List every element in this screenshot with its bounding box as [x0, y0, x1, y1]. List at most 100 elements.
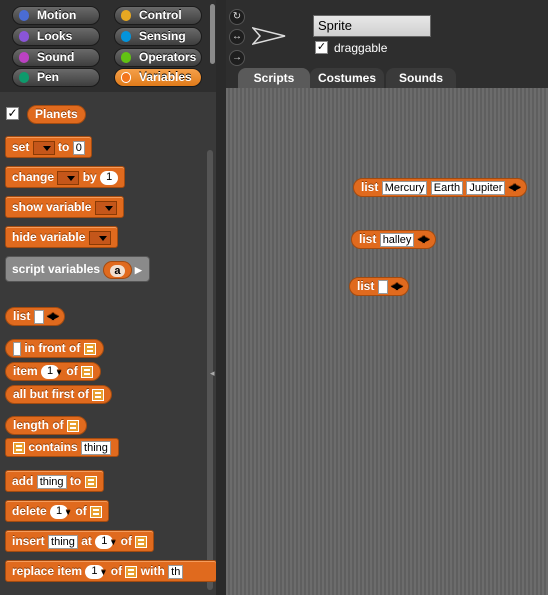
sensing-dot-icon	[121, 31, 131, 42]
list-icon[interactable]	[92, 388, 105, 401]
tab-scripts[interactable]: Scripts	[238, 68, 310, 88]
list-item-slot[interactable]	[377, 279, 388, 294]
block-label: list	[361, 180, 379, 194]
block-label: list	[359, 232, 377, 246]
variable-dropdown[interactable]	[57, 170, 80, 185]
list-reporter[interactable]: list ◀▶	[5, 307, 65, 326]
category-label: Variables	[139, 70, 192, 84]
draggable-checkbox[interactable]: ✓	[315, 41, 328, 54]
variable-dropdown[interactable]	[94, 200, 117, 215]
block-label: at	[81, 534, 92, 548]
number-slot[interactable]: 1	[100, 170, 119, 185]
variable-dropdown[interactable]	[32, 140, 55, 155]
block-label: delete	[12, 504, 47, 518]
expand-arrow-icon[interactable]: ▶	[135, 265, 142, 275]
block-label: set	[12, 140, 30, 154]
category-label: Motion	[37, 8, 77, 22]
script-list-block[interactable]: list ◀▶	[349, 277, 409, 296]
rotate-flip-icon[interactable]: ↔	[229, 29, 245, 45]
text-slot[interactable]: thing	[36, 474, 67, 489]
category-label: Control	[139, 8, 182, 22]
block-label: hide variable	[12, 230, 86, 244]
rotate-full-icon[interactable]: ↻	[229, 9, 245, 25]
script-variables-block[interactable]: script variables a ▶	[5, 256, 150, 282]
category-sensing[interactable]: Sensing	[114, 27, 202, 46]
arrows-icon[interactable]: ◀▶	[509, 179, 521, 196]
script-var-pill[interactable]: a	[103, 260, 132, 279]
variable-watcher-checkbox[interactable]: ✓	[6, 107, 19, 120]
insert-block[interactable]: insert thing at 1 ▼ of	[5, 530, 155, 552]
item-of-reporter[interactable]: item 1 ▼ of	[5, 362, 102, 381]
pane-divider[interactable]	[216, 0, 226, 595]
category-bar: Motion Looks Sound Pen Control Sensing O…	[0, 0, 220, 92]
text-slot[interactable]: thing	[48, 534, 78, 549]
block-label: list	[357, 279, 375, 293]
empty-slot[interactable]	[13, 341, 21, 356]
tab-sounds[interactable]: Sounds	[386, 68, 456, 88]
sprite-name-input[interactable]: Sprite	[313, 15, 431, 37]
variable-planets-reporter[interactable]: Planets	[27, 105, 86, 124]
sound-dot-icon	[19, 52, 29, 63]
category-motion[interactable]: Motion	[12, 6, 100, 25]
rotate-none-icon[interactable]: →	[229, 50, 245, 66]
replace-item-block[interactable]: replace item 1 ▼ of with th	[5, 560, 217, 582]
list-icon[interactable]	[135, 535, 148, 548]
text-slot[interactable]: th	[168, 564, 184, 579]
add-block[interactable]: add thing to	[5, 470, 104, 492]
category-sound[interactable]: Sound	[12, 48, 100, 67]
list-icon[interactable]	[125, 565, 138, 578]
script-var-name: a	[110, 264, 125, 277]
category-operators[interactable]: Operators	[114, 48, 202, 67]
hide-variable-block[interactable]: hide variable	[5, 226, 118, 248]
block-label: item	[13, 364, 38, 378]
contains-predicate[interactable]: contains thing	[5, 438, 119, 457]
block-label: length of	[13, 418, 64, 432]
category-variables[interactable]: Variables	[114, 68, 202, 87]
list-item-slot[interactable]: halley	[379, 232, 415, 247]
list-icon[interactable]	[67, 419, 79, 432]
in-front-of-reporter[interactable]: in front of	[5, 339, 104, 358]
control-dot-icon	[121, 10, 131, 21]
delete-block[interactable]: delete 1 ▼ of	[5, 500, 110, 522]
category-label: Pen	[37, 70, 60, 84]
show-variable-block[interactable]: show variable	[5, 196, 124, 218]
list-icon[interactable]	[84, 475, 97, 488]
set-block[interactable]: set to 0	[5, 136, 92, 158]
script-list-block[interactable]: list Mercury Earth Jupiter ◀▶	[353, 178, 527, 197]
scripts-area[interactable]	[226, 88, 548, 595]
block-label: list	[13, 309, 31, 323]
empty-slot[interactable]	[33, 309, 44, 324]
operators-dot-icon	[121, 52, 131, 63]
arrows-icon[interactable]: ◀▶	[418, 231, 430, 248]
list-icon[interactable]	[90, 505, 103, 518]
change-block[interactable]: change by 1	[5, 166, 126, 188]
category-scrollbar[interactable]	[210, 4, 215, 64]
block-label: script variables	[12, 262, 101, 276]
all-but-first-reporter[interactable]: all but first of	[5, 385, 113, 404]
variable-name: Planets	[35, 107, 78, 121]
block-label: of	[110, 564, 123, 578]
block-label: of	[66, 364, 78, 378]
category-control[interactable]: Control	[114, 6, 202, 25]
variable-dropdown[interactable]	[88, 230, 111, 245]
variables-dot-icon	[121, 72, 131, 83]
value-slot[interactable]: 0	[72, 140, 85, 155]
tab-costumes[interactable]: Costumes	[310, 68, 384, 88]
arrows-icon[interactable]: ◀▶	[391, 278, 403, 295]
list-icon[interactable]	[83, 342, 96, 355]
list-icon[interactable]	[13, 441, 25, 454]
script-list-block[interactable]: list halley ◀▶	[351, 230, 436, 249]
length-of-reporter[interactable]: length of	[5, 416, 87, 435]
list-item-slot[interactable]: Mercury	[381, 180, 428, 195]
tab-label: Scripts	[253, 71, 295, 85]
text-slot[interactable]: thing	[81, 440, 111, 455]
list-item-slot[interactable]: Jupiter	[466, 180, 506, 195]
category-pen[interactable]: Pen	[12, 68, 100, 87]
pen-dot-icon	[19, 72, 29, 83]
list-item-slot[interactable]: Earth	[430, 180, 464, 195]
list-icon[interactable]	[81, 365, 94, 378]
arrows-icon[interactable]: ◀▶	[47, 308, 59, 325]
divider-grip-icon[interactable]: ◂	[210, 368, 215, 380]
block-label: in front of	[24, 341, 81, 355]
category-looks[interactable]: Looks	[12, 27, 100, 46]
